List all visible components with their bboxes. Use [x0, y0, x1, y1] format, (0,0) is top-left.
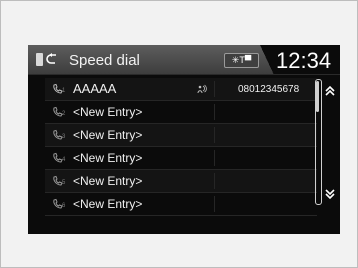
speed-dial-entry-4[interactable]: 4 <New Entry> — [45, 147, 317, 170]
bluetooth-signal-icon: ✳T▀ — [224, 53, 259, 68]
display-screen: Speed dial ✳T▀ 12:34 1 AAAAA 08012345678… — [28, 45, 340, 234]
chevron-double-up-icon[interactable] — [324, 85, 336, 97]
speed-dial-entry-6[interactable]: 6 <New Entry> — [45, 193, 317, 216]
speed-dial-entry-2[interactable]: 2 <New Entry> — [45, 101, 317, 124]
speed-dial-entry-1[interactable]: 1 AAAAA 08012345678 — [45, 78, 317, 101]
column-divider — [214, 150, 215, 166]
entry-number: 2 — [62, 111, 66, 117]
header-slant — [260, 45, 274, 75]
column-divider — [214, 127, 215, 143]
column-divider — [214, 104, 215, 120]
back-icon[interactable] — [45, 51, 61, 67]
back-arrow-icon — [46, 53, 56, 64]
entry-name: <New Entry> — [73, 151, 143, 165]
speed-dial-entry-5[interactable]: 5 <New Entry> — [45, 170, 317, 193]
entry-number: 1 — [62, 88, 66, 94]
entry-name: <New Entry> — [73, 128, 143, 142]
header-bar: Speed dial ✳T▀ 12:34 — [28, 45, 340, 75]
phone-icon — [36, 53, 43, 66]
entry-name: <New Entry> — [73, 105, 143, 119]
entry-number: 5 — [62, 180, 66, 186]
column-divider — [214, 196, 215, 212]
clock: 12:34 — [276, 48, 332, 73]
entry-phone-number: 08012345678 — [238, 84, 300, 95]
chevron-double-down-icon[interactable] — [324, 188, 336, 200]
entry-name: <New Entry> — [73, 197, 143, 211]
speed-dial-list: 1 AAAAA 08012345678 2 <New Entry> 3 <New… — [45, 78, 317, 216]
entry-number: 4 — [62, 157, 66, 163]
speed-dial-entry-3[interactable]: 3 <New Entry> — [45, 124, 317, 147]
entry-name: <New Entry> — [73, 174, 143, 188]
page-title: Speed dial — [69, 52, 140, 69]
column-divider — [214, 173, 215, 189]
scrollbar-thumb[interactable] — [316, 81, 319, 112]
entry-name: AAAAA — [73, 81, 117, 96]
voice-tag-icon — [197, 84, 207, 94]
header-divider — [28, 74, 340, 75]
page-frame: Speed dial ✳T▀ 12:34 1 AAAAA 08012345678… — [0, 0, 358, 268]
entry-number: 3 — [62, 134, 66, 140]
column-divider — [214, 81, 215, 97]
entry-number: 6 — [62, 203, 66, 209]
